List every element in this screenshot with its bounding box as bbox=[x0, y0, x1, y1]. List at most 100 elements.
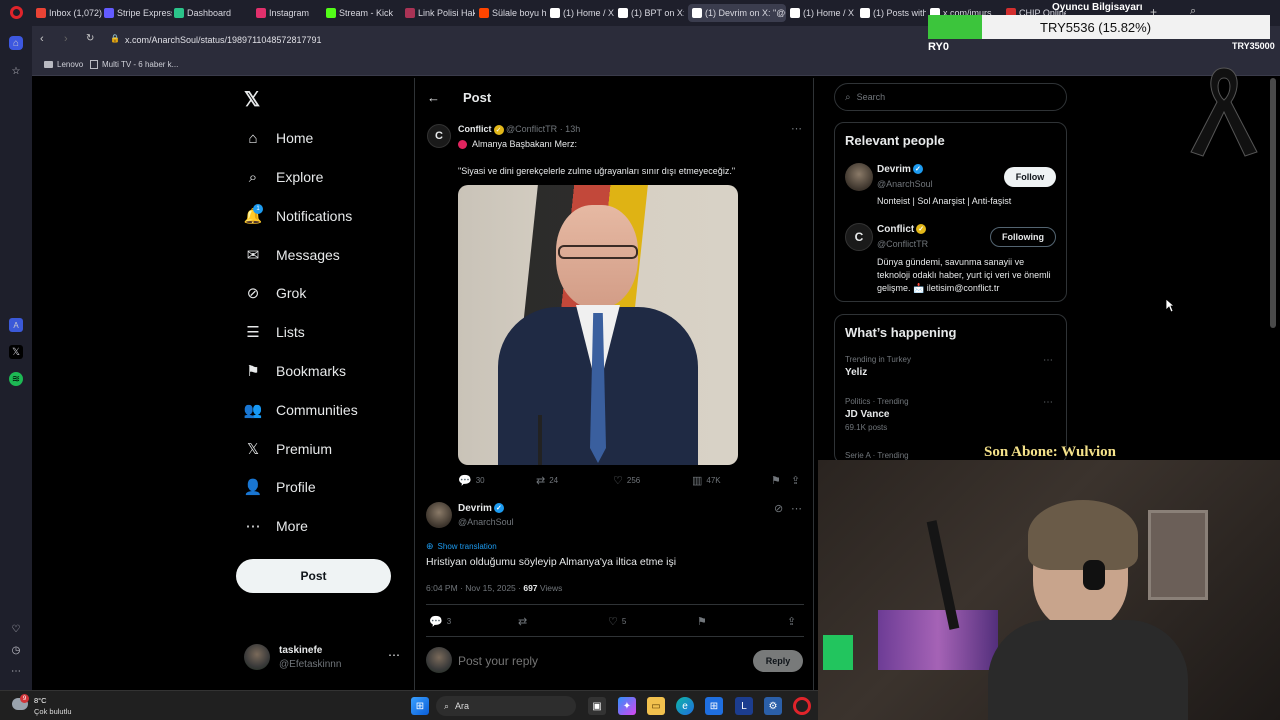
back-arrow-icon[interactable]: ← bbox=[427, 90, 440, 105]
lenovo-vantage-icon[interactable]: L bbox=[735, 697, 753, 715]
nav-lists[interactable]: ☰ Lists bbox=[244, 320, 305, 344]
nav-profile[interactable]: 👤 Profile bbox=[244, 475, 316, 499]
taskbar-search[interactable]: ⌕ Ara bbox=[436, 696, 576, 716]
more-icon[interactable]: ⋯ bbox=[1043, 397, 1053, 408]
nav-grok[interactable]: ⊘ Grok bbox=[244, 281, 307, 305]
tab-favicon-icon bbox=[326, 8, 336, 18]
more-icon[interactable]: ⋯ bbox=[388, 648, 400, 662]
trend-item[interactable]: Politics · Trending JD Vance 69.1K posts… bbox=[845, 397, 1057, 439]
repost-count[interactable]: ⇄ 24 bbox=[536, 474, 558, 487]
reply-input[interactable] bbox=[458, 651, 738, 671]
browser-tab[interactable]: Stripe Express bbox=[104, 4, 172, 22]
weather-widget[interactable]: 9 8°C Çok bulutlu bbox=[10, 694, 90, 718]
nav-explore[interactable]: ⌕ Explore bbox=[244, 165, 324, 189]
spotify-icon[interactable]: ≋ bbox=[9, 372, 23, 386]
main-reply-count[interactable]: 💬 3 bbox=[429, 615, 451, 628]
more-circle-icon: ⋯ bbox=[245, 518, 261, 535]
person-name[interactable]: Devrim ✓ bbox=[877, 164, 923, 175]
x-logo-icon[interactable]: 𝕏 bbox=[244, 87, 260, 112]
bookmark-lenovo[interactable]: Lenovo bbox=[44, 60, 83, 69]
quoted-author[interactable]: Conflict ✓ @ConflictTR · 13h bbox=[458, 124, 580, 135]
reply-count[interactable]: 💬 30 bbox=[458, 474, 485, 487]
tab-favicon-icon bbox=[174, 8, 184, 18]
lock-icon: 🔒 bbox=[110, 34, 120, 43]
x-app-icon[interactable]: 𝕏 bbox=[9, 345, 23, 359]
main-like-count[interactable]: ♡ 5 bbox=[608, 615, 626, 628]
trend-item[interactable]: Trending in Turkey Yeliz ⋯ bbox=[845, 355, 1057, 385]
windows-start-icon[interactable]: ⊞ bbox=[411, 697, 429, 715]
opera-taskbar-icon[interactable] bbox=[793, 697, 811, 715]
store-icon[interactable]: ⊞ bbox=[705, 697, 723, 715]
share-button[interactable]: ⇪ bbox=[791, 474, 800, 487]
more-icon[interactable]: ⋯ bbox=[1043, 355, 1053, 366]
bookmark-multitv[interactable]: Multi TV - 6 haber k... bbox=[90, 60, 178, 69]
nav-messages[interactable]: ✉ Messages bbox=[244, 243, 340, 267]
person-avatar[interactable] bbox=[845, 163, 873, 191]
main-author-name[interactable]: Devrim ✓ bbox=[458, 503, 504, 514]
trend-context: Trending in Turkey bbox=[845, 355, 911, 364]
browser-tab[interactable]: Sülale boyu h bbox=[479, 4, 547, 22]
aria-icon[interactable]: A bbox=[9, 318, 23, 332]
like-count[interactable]: ♡ 256 bbox=[613, 474, 640, 487]
search-input[interactable]: ⌕ Search bbox=[834, 83, 1067, 111]
post-button[interactable]: Post bbox=[236, 559, 391, 593]
browser-tab[interactable]: Stream - Kick bbox=[326, 4, 400, 22]
page-scrollbar[interactable] bbox=[1270, 78, 1276, 328]
person-handle: @ConflictTR bbox=[877, 239, 929, 249]
nav-bookmarks[interactable]: ⚑ Bookmarks bbox=[244, 359, 346, 383]
taskview-icon[interactable]: ▣ bbox=[588, 697, 606, 715]
devrim-avatar[interactable] bbox=[426, 502, 452, 528]
like-count-value: 256 bbox=[626, 476, 641, 485]
browser-tab[interactable]: Dashboard bbox=[174, 4, 254, 22]
network-app-icon[interactable]: ⚙ bbox=[764, 697, 782, 715]
heart-icon[interactable]: ♡ bbox=[9, 622, 23, 636]
main-repost-button[interactable]: ⇄ bbox=[518, 615, 527, 628]
more-icon[interactable]: ⋯ bbox=[791, 502, 802, 515]
copilot-icon[interactable]: ✦ bbox=[618, 697, 636, 715]
trend-context: Serie A · Trending bbox=[845, 451, 909, 460]
browser-tab[interactable]: Instagram bbox=[256, 4, 324, 22]
back-icon[interactable]: ‹ bbox=[40, 33, 44, 45]
bookmark-button[interactable]: ⚑ bbox=[771, 474, 781, 487]
following-button[interactable]: Following bbox=[990, 227, 1056, 247]
person-avatar[interactable]: C bbox=[845, 223, 873, 251]
nav-premium[interactable]: 𝕏 Premium bbox=[244, 437, 332, 461]
browser-tab[interactable]: (1) BPT on X: bbox=[618, 4, 684, 22]
forward-icon[interactable]: › bbox=[64, 33, 68, 45]
reload-icon[interactable]: ↻ bbox=[86, 33, 94, 44]
browser-tab[interactable]: (1) Devrim on X: "@Co bbox=[688, 4, 786, 22]
opera-logo-icon[interactable] bbox=[10, 6, 23, 19]
tab-label: (1) BPT on X: bbox=[631, 8, 684, 18]
browser-tab[interactable]: Inbox (1,072) bbox=[36, 4, 102, 22]
repost-icon: ⇄ bbox=[518, 616, 528, 628]
more-icon[interactable]: ⋯ bbox=[791, 122, 802, 135]
main-bookmark-button[interactable]: ⚑ bbox=[697, 615, 707, 628]
file-explorer-icon[interactable]: ▭ bbox=[647, 697, 665, 715]
home-icon[interactable]: ⌂ bbox=[9, 36, 23, 50]
nav-communities[interactable]: 👥 Communities bbox=[244, 398, 358, 422]
history-icon[interactable]: ◷ bbox=[9, 643, 23, 657]
more-icon[interactable]: ⋯ bbox=[9, 664, 23, 678]
whats-happening-panel: What’s happening Trending in Turkey Yeli… bbox=[834, 314, 1067, 464]
url-field[interactable]: x.com/AnarchSoul/status/1989711048572817… bbox=[125, 35, 321, 45]
follow-button[interactable]: Follow bbox=[1004, 167, 1056, 187]
browser-tab[interactable]: Link Polisi Hak bbox=[405, 4, 475, 22]
grok-icon[interactable]: ⊘ bbox=[774, 502, 783, 515]
main-share-button[interactable]: ⇪ bbox=[787, 615, 796, 628]
views-count[interactable]: ▥ 47K bbox=[692, 474, 721, 487]
star-icon[interactable]: ☆ bbox=[9, 64, 23, 78]
account-switcher[interactable]: taskinefe @Efetaskinnn ⋯ bbox=[244, 644, 402, 674]
bookmark-icon: ⚑ bbox=[771, 475, 781, 487]
person-name[interactable]: Conflict ✓ bbox=[877, 224, 927, 235]
nav-home[interactable]: ⌂ Home bbox=[244, 126, 313, 150]
reply-button[interactable]: Reply bbox=[753, 650, 803, 672]
conflict-avatar[interactable]: C bbox=[427, 124, 451, 148]
post-photo[interactable] bbox=[458, 185, 738, 465]
browser-tab[interactable]: (1) Home / X bbox=[550, 4, 616, 22]
nav-more[interactable]: ⋯ More bbox=[244, 514, 308, 538]
show-translation-link[interactable]: ⊕ Show translation bbox=[426, 541, 497, 552]
webcam-feed bbox=[818, 460, 1280, 720]
edge-icon[interactable]: e bbox=[676, 697, 694, 715]
browser-tab[interactable]: (1) Home / X bbox=[790, 4, 856, 22]
browser-tab[interactable]: (1) Posts with bbox=[860, 4, 926, 22]
